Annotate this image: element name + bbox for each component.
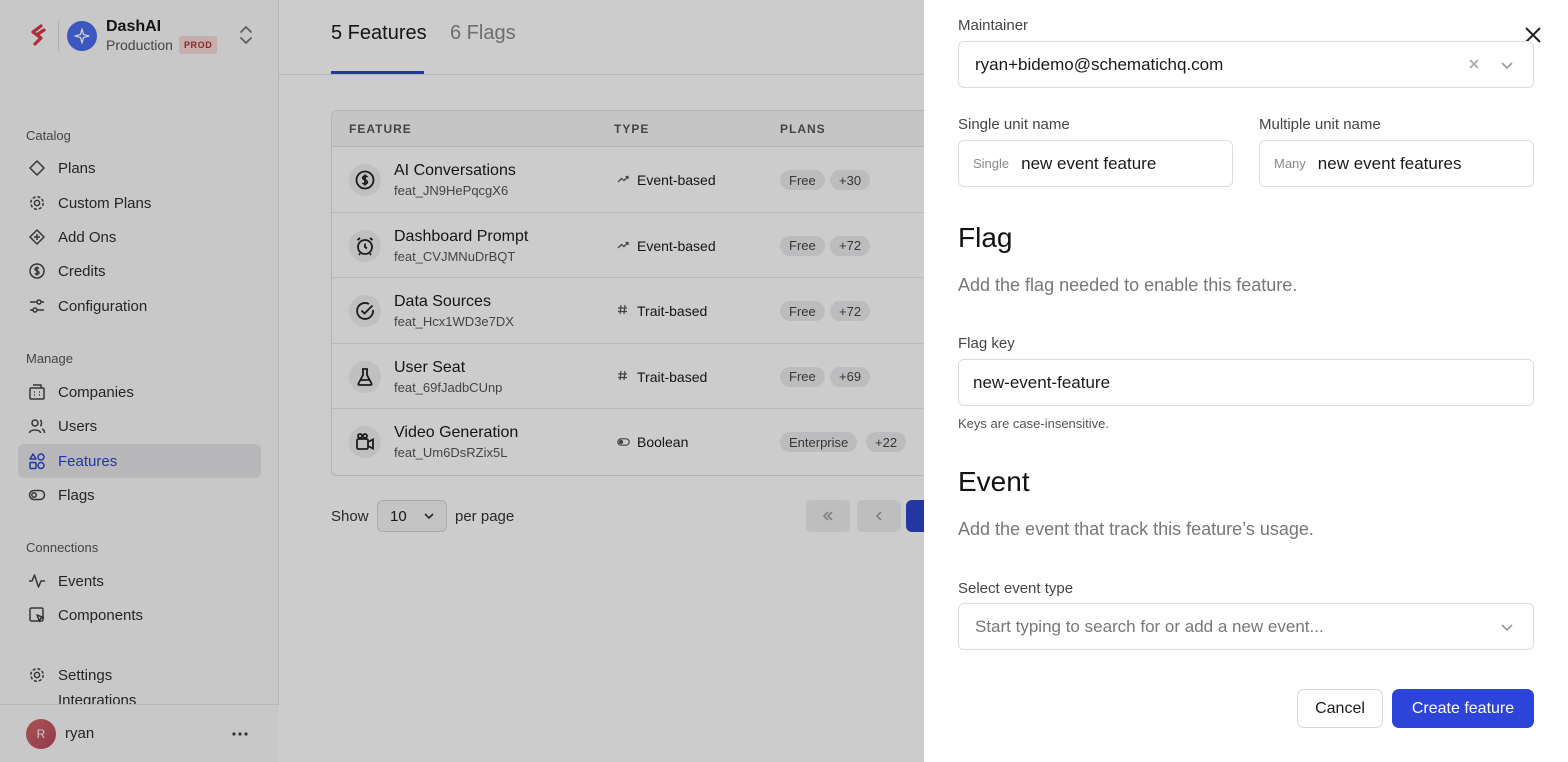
multiple-unit-label: Multiple unit name <box>1259 116 1381 133</box>
modal-backdrop[interactable] <box>0 0 924 762</box>
maintainer-select[interactable]: ryan+bidemo@schematichq.com <box>958 41 1534 88</box>
clear-icon[interactable] <box>1467 57 1481 76</box>
create-feature-button[interactable]: Create feature <box>1392 689 1534 728</box>
multiple-unit-input[interactable]: Many new event features <box>1259 140 1534 187</box>
event-type-select[interactable]: Start typing to search for or add a new … <box>958 603 1534 650</box>
cancel-button[interactable]: Cancel <box>1297 689 1383 728</box>
event-section-title: Event <box>958 466 1030 497</box>
flag-key-label: Flag key <box>958 335 1015 352</box>
flag-key-input[interactable]: new-event-feature <box>958 359 1534 406</box>
multiple-prefix: Many <box>1274 156 1306 171</box>
flag-section-desc: Add the flag needed to enable this featu… <box>958 275 1298 295</box>
flag-key-hint: Keys are case-insensitive. <box>958 416 1110 431</box>
flag-key-value: new-event-feature <box>973 372 1111 392</box>
flag-section-title: Flag <box>958 222 1013 253</box>
create-feature-drawer: Maintainer ryan+bidemo@schematichq.com S… <box>924 0 1568 762</box>
multiple-unit-value: new event features <box>1317 153 1462 173</box>
maintainer-value: ryan+bidemo@schematichq.com <box>975 54 1224 74</box>
chevron-down-icon[interactable] <box>1499 619 1515 640</box>
event-section-desc: Add the event that track this feature’s … <box>958 519 1314 539</box>
single-unit-input[interactable]: Single new event feature <box>958 140 1233 187</box>
single-unit-label: Single unit name <box>958 116 1070 133</box>
event-type-placeholder: Start typing to search for or add a new … <box>975 616 1324 636</box>
event-type-label: Select event type <box>958 580 1074 597</box>
single-prefix: Single <box>973 156 1010 171</box>
single-unit-value: new event feature <box>1021 153 1157 173</box>
chevron-down-icon[interactable] <box>1499 57 1515 78</box>
maintainer-label: Maintainer <box>958 17 1029 34</box>
